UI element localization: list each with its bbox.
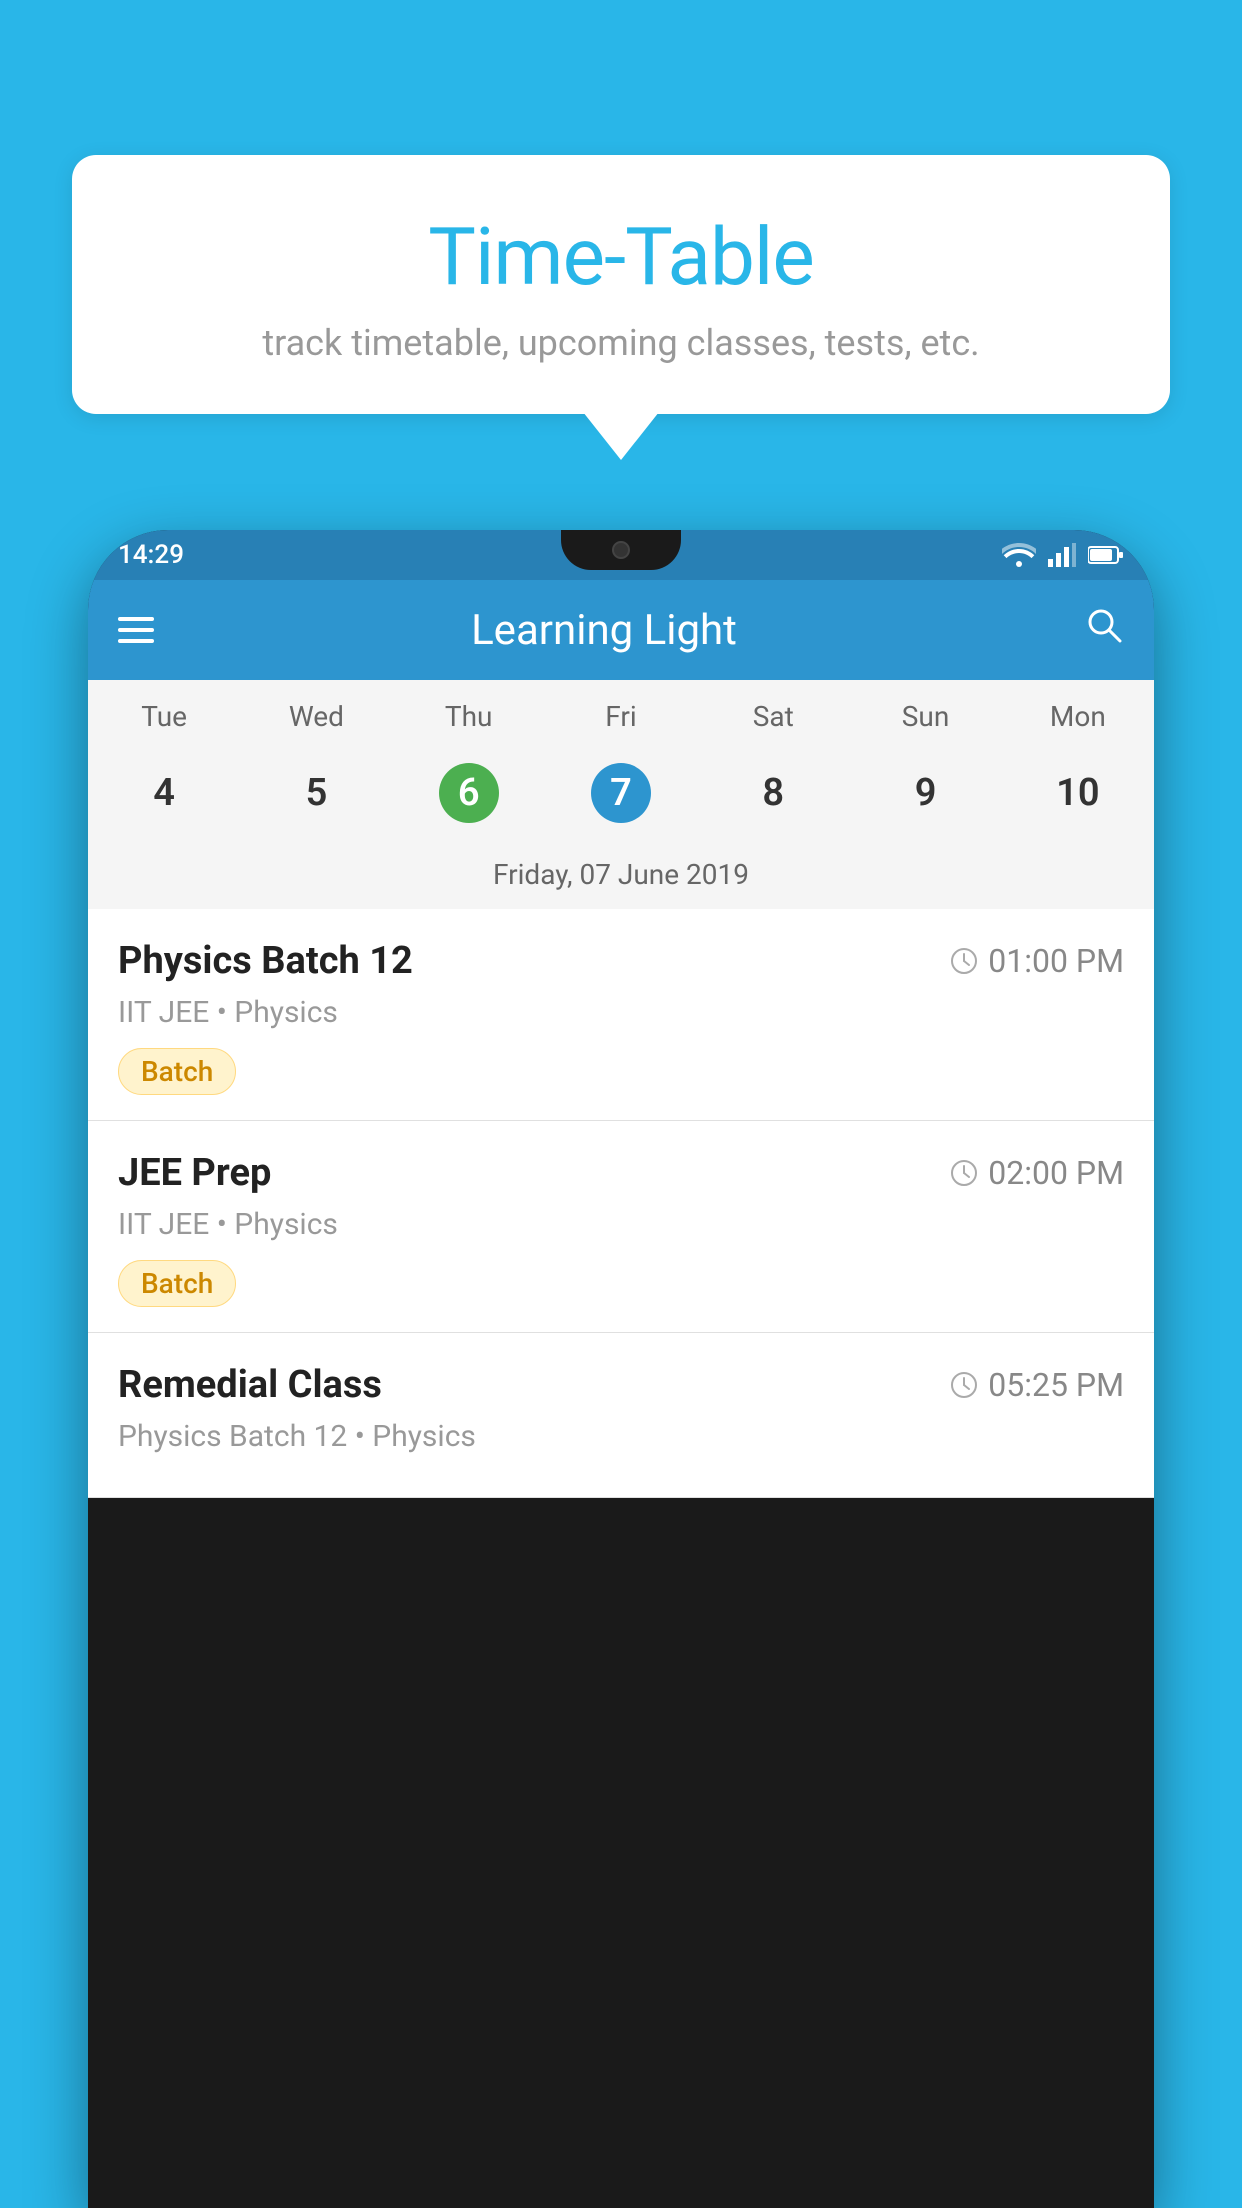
speech-bubble-card: Time-Table track timetable, upcoming cla… — [72, 155, 1170, 414]
clock-icon — [950, 947, 978, 975]
status-icons — [1002, 543, 1124, 567]
batch-badge-2: Batch — [118, 1260, 236, 1307]
day-7-selected[interactable]: 7 — [545, 753, 697, 833]
class-name-2: JEE Prep — [118, 1151, 271, 1195]
day-header-thu[interactable]: Thu — [393, 700, 545, 733]
clock-icon-2 — [950, 1159, 978, 1187]
camera — [612, 541, 630, 559]
class-time-2: 02:00 PM — [950, 1154, 1124, 1192]
calendar-section: Tue Wed Thu Fri Sat Sun Mon 4 5 6 7 8 9 … — [88, 680, 1154, 909]
day-4[interactable]: 4 — [88, 753, 240, 833]
day-header-wed[interactable]: Wed — [240, 700, 392, 733]
bubble-subtitle: track timetable, upcoming classes, tests… — [132, 322, 1110, 364]
day-numbers: 4 5 6 7 8 9 10 — [88, 743, 1154, 848]
day-header-sun[interactable]: Sun — [849, 700, 1001, 733]
search-icon[interactable] — [1084, 605, 1124, 655]
class-time-3: 05:25 PM — [950, 1366, 1124, 1404]
bubble-title: Time-Table — [132, 210, 1110, 304]
phone-frame: 14:29 — [88, 530, 1154, 2208]
signal-icon — [1048, 543, 1076, 567]
app-bar: Learning Light — [88, 580, 1154, 680]
class-item-physics-batch-12[interactable]: Physics Batch 12 01:00 PM IIT JEE • Phys… — [88, 909, 1154, 1121]
day-header-fri[interactable]: Fri — [545, 700, 697, 733]
day-5[interactable]: 5 — [240, 753, 392, 833]
selected-date-label: Friday, 07 June 2019 — [88, 848, 1154, 909]
day-8[interactable]: 8 — [697, 753, 849, 833]
clock-icon-3 — [950, 1371, 978, 1399]
wifi-icon — [1002, 543, 1036, 567]
battery-icon — [1088, 545, 1124, 565]
class-item-header-3: Remedial Class 05:25 PM — [118, 1363, 1124, 1407]
class-time: 01:00 PM — [950, 942, 1124, 980]
class-meta-2: IIT JEE • Physics — [118, 1207, 1124, 1242]
phone-notch — [561, 530, 681, 570]
status-bar: 14:29 — [88, 530, 1154, 580]
class-item-header-2: JEE Prep 02:00 PM — [118, 1151, 1124, 1195]
class-item-remedial[interactable]: Remedial Class 05:25 PM Physics Batch 12… — [88, 1333, 1154, 1498]
app-bar-title: Learning Light — [124, 606, 1084, 655]
class-name-3: Remedial Class — [118, 1363, 382, 1407]
day-header-tue[interactable]: Tue — [88, 700, 240, 733]
day-header-mon[interactable]: Mon — [1002, 700, 1154, 733]
status-time: 14:29 — [118, 540, 184, 570]
class-name: Physics Batch 12 — [118, 939, 413, 983]
class-meta: IIT JEE • Physics — [118, 995, 1124, 1030]
day-9[interactable]: 9 — [849, 753, 1001, 833]
day-headers: Tue Wed Thu Fri Sat Sun Mon — [88, 680, 1154, 743]
day-header-sat[interactable]: Sat — [697, 700, 849, 733]
class-item-header: Physics Batch 12 01:00 PM — [118, 939, 1124, 983]
class-item-jee-prep[interactable]: JEE Prep 02:00 PM IIT JEE • Physics Batc… — [88, 1121, 1154, 1333]
batch-badge: Batch — [118, 1048, 236, 1095]
class-list: Physics Batch 12 01:00 PM IIT JEE • Phys… — [88, 909, 1154, 1498]
day-6-today[interactable]: 6 — [393, 753, 545, 833]
class-meta-3: Physics Batch 12 • Physics — [118, 1419, 1124, 1454]
day-10[interactable]: 10 — [1002, 753, 1154, 833]
